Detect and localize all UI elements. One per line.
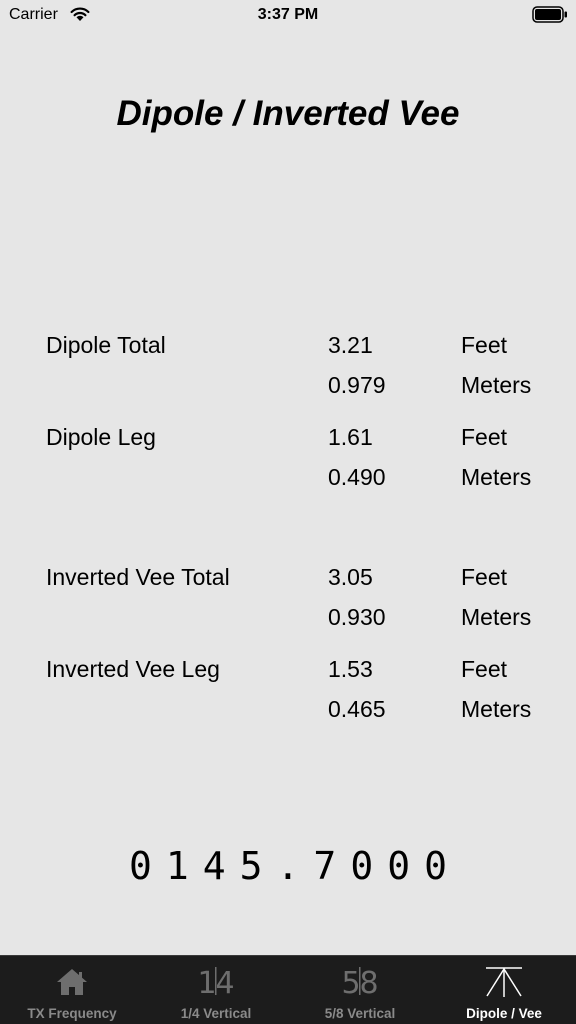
status-bar: Carrier 3:37 PM	[0, 0, 576, 30]
result-meters-value: 0.930	[328, 604, 386, 630]
quarter-icon: 1 4	[197, 966, 234, 999]
tab-bar: TX Frequency 1 4 1/4 Vertical 5 8 5/8 Ve…	[0, 955, 576, 1024]
five-eighths-icon: 5 8	[341, 966, 378, 999]
result-feet-value: 1.61	[328, 424, 373, 450]
svg-text:4: 4	[215, 966, 234, 999]
tab-dipole-vee[interactable]: Dipole / Vee	[432, 956, 576, 1024]
result-feet-value: 3.21	[328, 332, 373, 358]
tab-label: 1/4 Vertical	[180, 1006, 252, 1021]
result-label: Dipole Total	[46, 332, 166, 358]
tab-quarter-vertical[interactable]: 1 4 1/4 Vertical	[144, 956, 288, 1024]
tab-label: Dipole / Vee	[466, 1006, 542, 1021]
meters-unit-label: Meters	[461, 372, 532, 398]
svg-text:5: 5	[341, 966, 360, 999]
result-meters-value: 0.465	[328, 696, 386, 722]
result-label: Inverted Vee Leg	[46, 656, 220, 682]
feet-unit-label: Feet	[461, 332, 508, 358]
result-label: Inverted Vee Total	[46, 564, 230, 590]
meters-unit-label: Meters	[461, 464, 532, 490]
battery-icon	[532, 6, 567, 23]
dipole-antenna-icon	[486, 967, 522, 997]
status-time: 3:37 PM	[257, 6, 319, 23]
svg-text:1: 1	[197, 966, 216, 999]
feet-unit-label: Feet	[461, 424, 508, 450]
result-meters-value: 0.490	[328, 464, 386, 490]
meters-unit-label: Meters	[461, 696, 532, 722]
frequency-display[interactable]: 0145.7000	[0, 843, 576, 889]
house-icon	[57, 969, 87, 995]
tab-label: 5/8 Vertical	[324, 1006, 396, 1021]
result-feet-value: 1.53	[328, 656, 373, 682]
meters-unit-label: Meters	[461, 604, 532, 630]
page-title: Dipole / Inverted Vee	[116, 94, 460, 133]
result-meters-value: 0.979	[328, 372, 386, 398]
tab-label: TX Frequency	[27, 1006, 117, 1021]
feet-unit-label: Feet	[461, 656, 508, 682]
tab-five-eighths-vertical[interactable]: 5 8 5/8 Vertical	[288, 956, 432, 1024]
result-feet-value: 3.05	[328, 564, 373, 590]
svg-text:8: 8	[359, 966, 378, 999]
feet-unit-label: Feet	[461, 564, 508, 590]
tab-tx-frequency[interactable]: TX Frequency	[0, 956, 144, 1024]
result-label: Dipole Leg	[46, 424, 156, 450]
